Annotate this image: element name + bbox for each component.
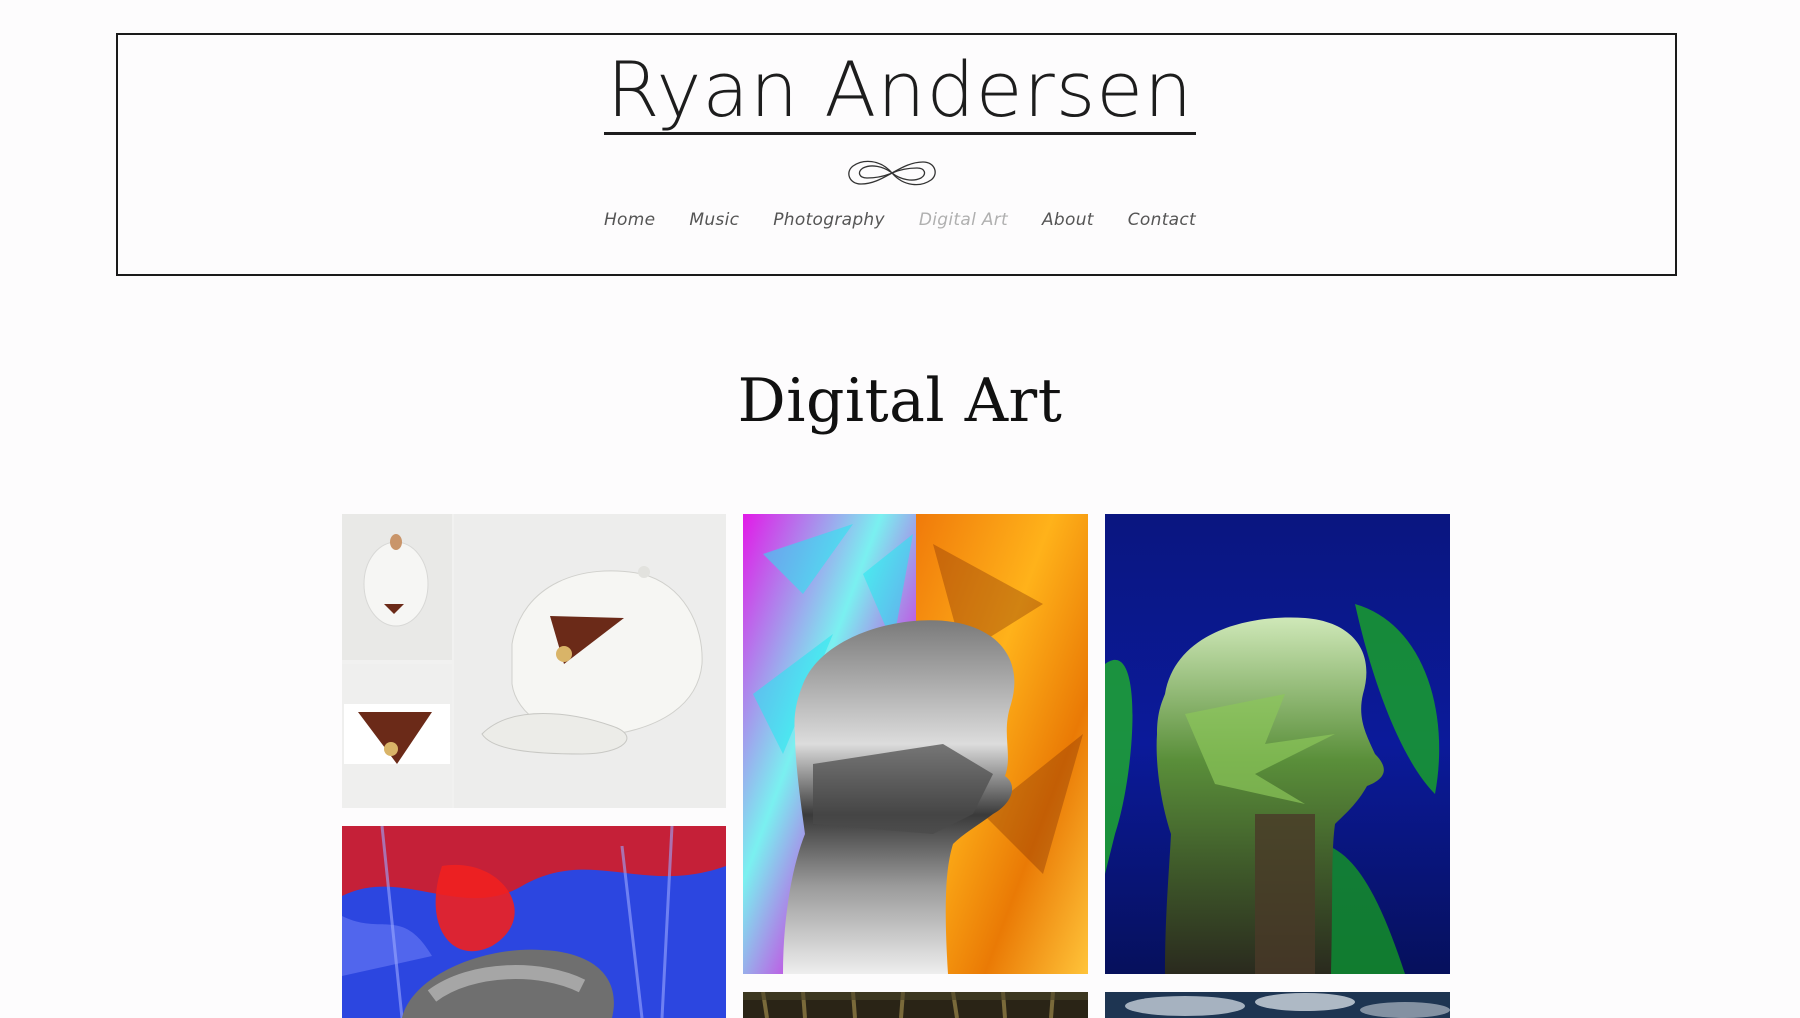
page-title: Digital Art	[737, 366, 1063, 436]
nav-home[interactable]: Home	[587, 210, 672, 230]
page: Ryan Andersen Home Music Photography Dig…	[0, 0, 1800, 1018]
gallery-image-dark-forest[interactable]	[743, 992, 1088, 1018]
nav-music[interactable]: Music	[672, 210, 756, 230]
nav-photography[interactable]: Photography	[756, 210, 902, 230]
main-nav: Home Music Photography Digital Art About…	[0, 210, 1800, 230]
gallery-image-pink-orange-head[interactable]	[743, 514, 1088, 974]
gallery-image-cap[interactable]	[342, 514, 726, 808]
site-title: Ryan Andersen	[0, 52, 1800, 135]
site-title-link[interactable]: Ryan Andersen	[603, 52, 1197, 135]
nav-digital-art[interactable]: Digital Art	[902, 210, 1025, 230]
gallery-image-cloudy-sky[interactable]	[1105, 992, 1450, 1018]
infinity-ornament-icon	[848, 160, 936, 186]
gallery-image-forest-head[interactable]	[1105, 514, 1450, 974]
gallery-image-red-blue-forest[interactable]	[342, 826, 726, 1018]
nav-contact[interactable]: Contact	[1111, 210, 1213, 230]
nav-about[interactable]: About	[1025, 210, 1111, 230]
